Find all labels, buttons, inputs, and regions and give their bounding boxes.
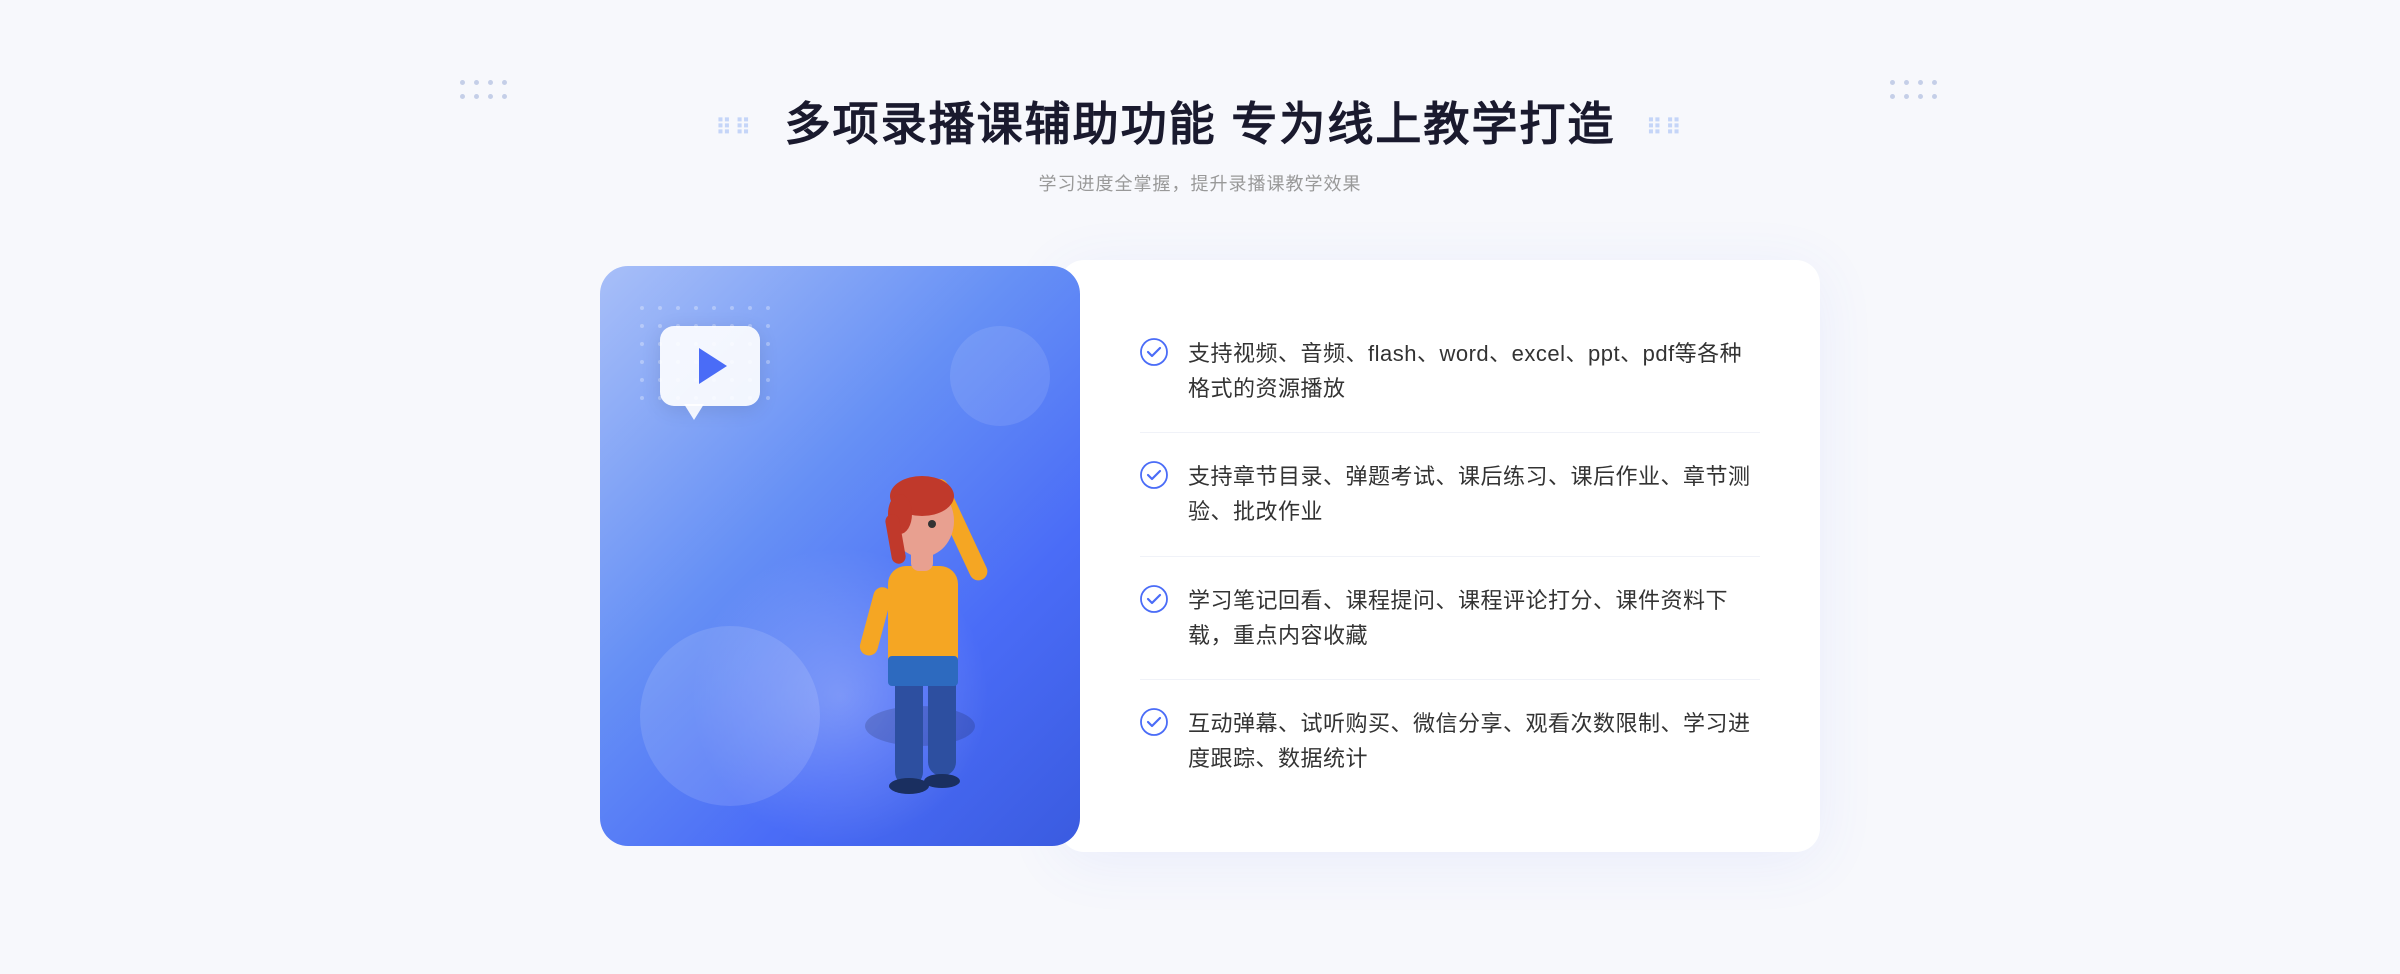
play-button-bubble bbox=[660, 326, 760, 406]
page-title: ⠿⠿ 多项录播课辅助功能 专为线上教学打造 ⠿⠿ bbox=[716, 88, 1685, 154]
feature-item-4: 互动弹幕、试听购买、微信分享、观看次数限制、学习进度跟踪、数据统计 bbox=[1140, 680, 1760, 802]
play-triangle-icon bbox=[699, 348, 727, 384]
title-text: 多项录播课辅助功能 专为线上教学打造 bbox=[785, 98, 1616, 150]
check-circle-icon-2 bbox=[1140, 461, 1168, 489]
content-area: » bbox=[560, 246, 1840, 866]
dots-left-decoration bbox=[460, 80, 510, 102]
illustration-container bbox=[580, 246, 1100, 866]
person-illustration bbox=[780, 366, 1060, 846]
page-wrapper: ⠿⠿ 多项录播课辅助功能 专为线上教学打造 ⠿⠿ 学习进度全掌握，提升录播课教学… bbox=[0, 0, 2400, 974]
illustration-background bbox=[600, 266, 1080, 846]
subtitle-text: 学习进度全掌握，提升录播课教学效果 bbox=[716, 170, 1685, 196]
check-circle-icon-1 bbox=[1140, 338, 1168, 366]
feature-text-4: 互动弹幕、试听购买、微信分享、观看次数限制、学习进度跟踪、数据统计 bbox=[1188, 706, 1760, 776]
feature-text-1: 支持视频、音频、flash、word、excel、ppt、pdf等各种格式的资源… bbox=[1188, 336, 1760, 406]
check-circle-icon-3 bbox=[1140, 585, 1168, 613]
feature-item-2: 支持章节目录、弹题考试、课后练习、课后作业、章节测验、批改作业 bbox=[1140, 433, 1760, 556]
feature-item-3: 学习笔记回看、课程提问、课程评论打分、课件资料下载，重点内容收藏 bbox=[1140, 557, 1760, 680]
feature-text-2: 支持章节目录、弹题考试、课后练习、课后作业、章节测验、批改作业 bbox=[1188, 459, 1760, 529]
feature-text-3: 学习笔记回看、课程提问、课程评论打分、课件资料下载，重点内容收藏 bbox=[1188, 583, 1760, 653]
feature-item-1: 支持视频、音频、flash、word、excel、ppt、pdf等各种格式的资源… bbox=[1140, 310, 1760, 433]
title-dots-right: ⠿⠿ bbox=[1646, 115, 1684, 141]
check-circle-icon-4 bbox=[1140, 708, 1168, 736]
title-dots-left: ⠿⠿ bbox=[716, 115, 754, 141]
header-section: ⠿⠿ 多项录播课辅助功能 专为线上教学打造 ⠿⠿ 学习进度全掌握，提升录播课教学… bbox=[716, 88, 1685, 196]
dots-right-decoration bbox=[1890, 80, 1940, 102]
features-card: 支持视频、音频、flash、word、excel、ppt、pdf等各种格式的资源… bbox=[1060, 260, 1820, 853]
